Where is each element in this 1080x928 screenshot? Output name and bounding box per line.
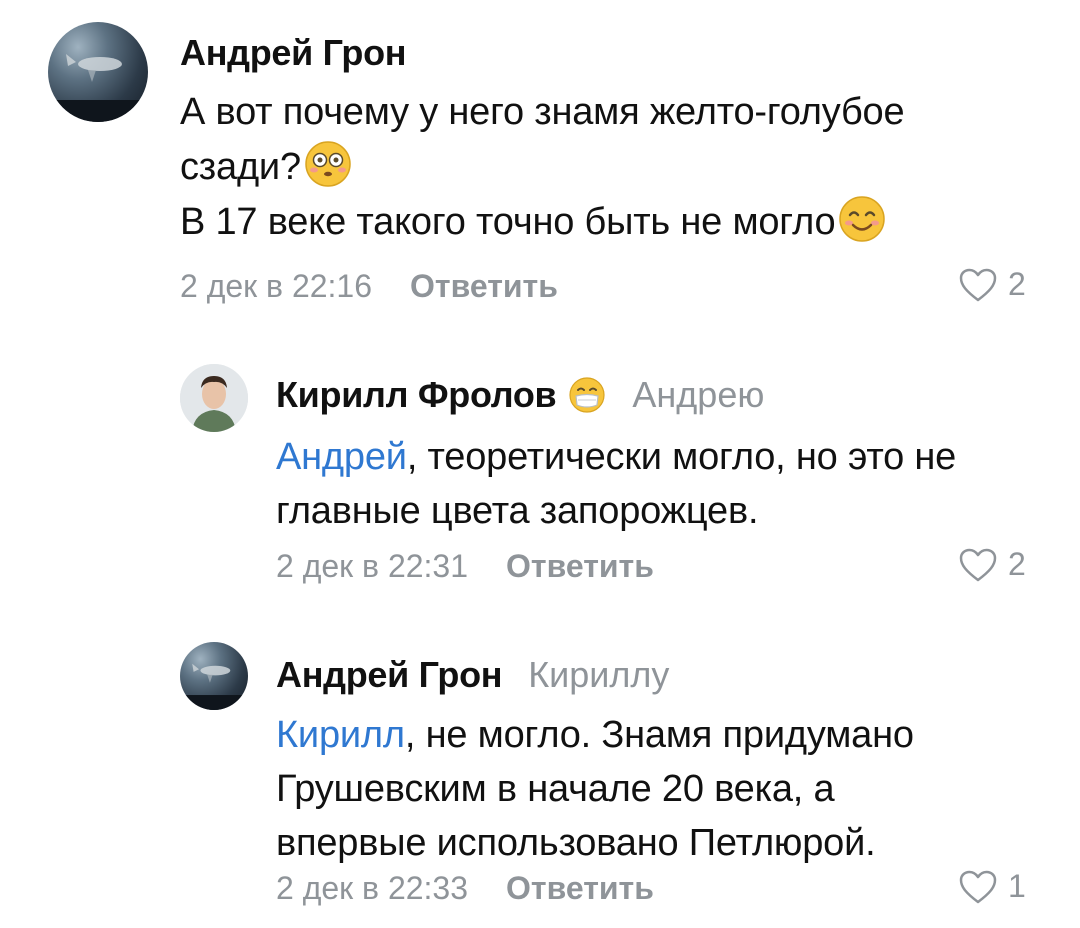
reply-button[interactable]: Ответить <box>506 548 654 584</box>
mask-face-icon <box>569 377 606 413</box>
comment-date: 2 дек в 22:31 <box>276 548 469 584</box>
comment-text: А вот почему у него знамя желто-голубое … <box>180 91 905 243</box>
like-button[interactable]: 1 <box>958 868 1026 905</box>
comment-text: Андрей, теоретически могло, но это не гл… <box>276 436 957 532</box>
like-button[interactable]: 2 <box>958 266 1026 303</box>
like-count: 2 <box>1008 546 1026 582</box>
comment-date: 2 дек в 22:16 <box>180 268 373 304</box>
avatar[interactable] <box>180 642 248 710</box>
like-count: 2 <box>1008 266 1026 302</box>
reply-to-label[interactable]: Андрею <box>632 374 764 416</box>
reply-button[interactable]: Ответить <box>506 870 654 906</box>
smiling-face-icon <box>839 196 886 242</box>
whale-sky-image-icon <box>48 54 148 122</box>
comments-thread: Андрей Грон А вот почему у него знамя же… <box>0 0 1080 928</box>
comment-meta: 2 дек в 22:31 Ответить <box>276 548 654 585</box>
reply-to-label[interactable]: Кириллу <box>528 654 669 696</box>
comment-2: Кирилл Фролов Андрею Андрей, теоретическ… <box>0 340 1080 610</box>
comment-meta: 2 дек в 22:16 Ответить <box>180 268 558 305</box>
comment-meta: 2 дек в 22:33 Ответить <box>276 870 654 907</box>
mention-link[interactable]: Андрей <box>276 436 407 478</box>
like-count: 1 <box>1008 868 1026 904</box>
comment-1: Андрей Грон А вот почему у него знамя же… <box>0 0 1080 320</box>
heart-outline-icon <box>959 870 997 903</box>
avatar[interactable] <box>180 364 248 432</box>
comment-date: 2 дек в 22:33 <box>276 870 469 906</box>
flushed-face-icon <box>305 141 351 187</box>
avatar[interactable] <box>48 22 148 122</box>
author-name[interactable]: Андрей Грон <box>276 654 503 696</box>
mention-link[interactable]: Кирилл <box>276 714 405 756</box>
heart-outline-icon <box>959 268 997 301</box>
comment-3: Андрей Грон Кириллу Кирилл, не могло. Зн… <box>0 620 1080 928</box>
like-button[interactable]: 2 <box>958 546 1026 583</box>
heart-outline-icon <box>959 548 997 581</box>
whale-sky-image-icon <box>180 663 248 710</box>
comment-text: Кирилл, не могло. Знамя придумано Грушев… <box>276 714 914 864</box>
author-name[interactable]: Андрей Грон <box>180 32 407 74</box>
author-name[interactable]: Кирилл Фролов <box>276 374 557 416</box>
reply-button[interactable]: Ответить <box>410 268 558 304</box>
person-photo-icon <box>180 364 248 432</box>
